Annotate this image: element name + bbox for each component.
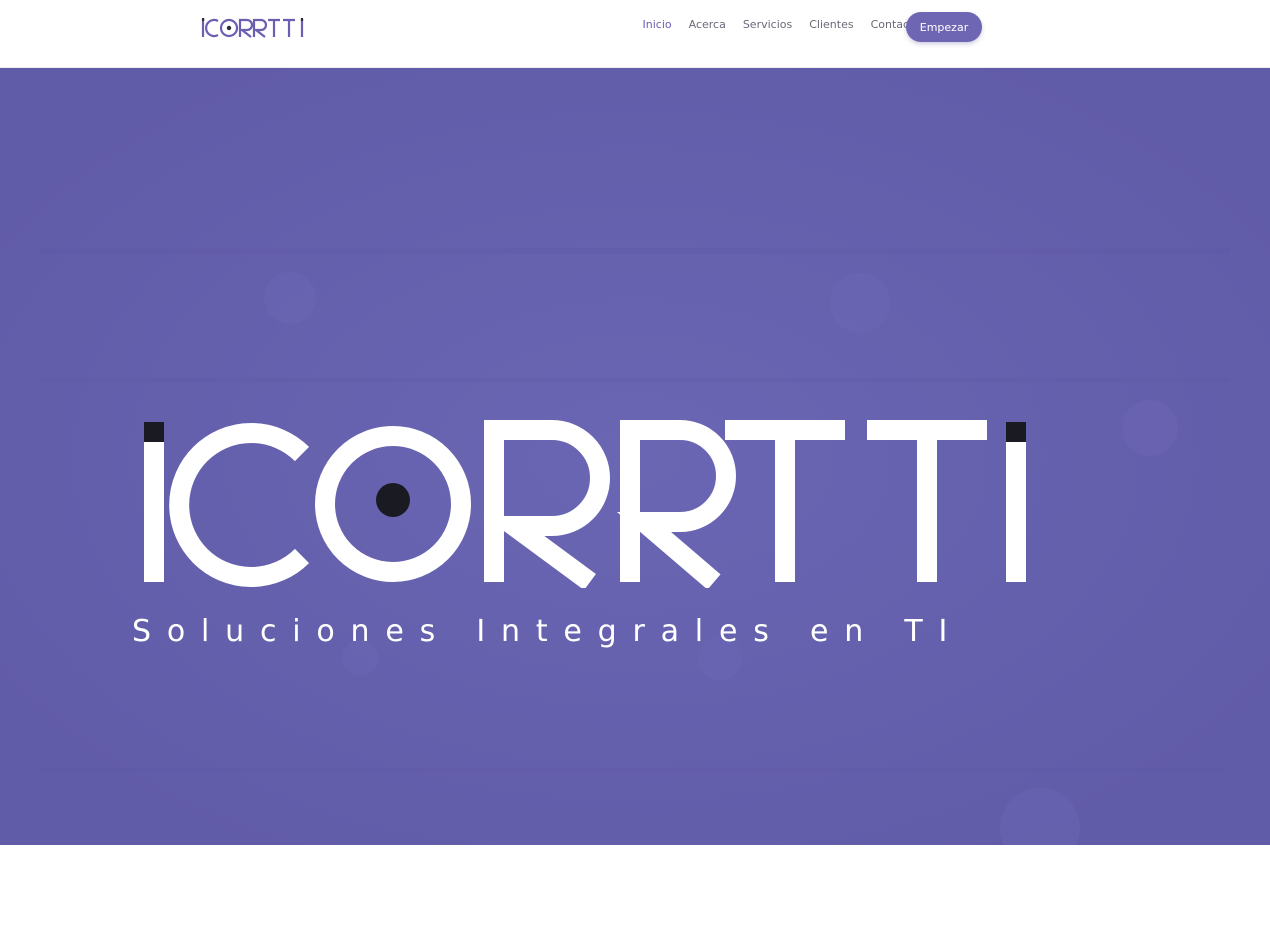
empezar-button[interactable]: Empezar <box>906 12 982 42</box>
brand-logo[interactable] <box>200 13 308 41</box>
nav-link-inicio[interactable]: Inicio <box>634 18 680 32</box>
content-section <box>0 845 1270 950</box>
main-nav: Inicio Acerca Servicios Clientes Contact… <box>634 18 929 32</box>
nav-link-clientes[interactable]: Clientes <box>801 18 862 32</box>
nav-link-acerca[interactable]: Acerca <box>680 18 734 32</box>
hero-banner: Soluciones Integrales en TI <box>0 68 1270 845</box>
top-navbar: Inicio Acerca Servicios Clientes Contact… <box>0 0 1270 68</box>
hero-logo <box>144 420 1026 588</box>
nav-link-servicios[interactable]: Servicios <box>734 18 800 32</box>
hero-tagline: Soluciones Integrales en TI <box>132 614 964 649</box>
